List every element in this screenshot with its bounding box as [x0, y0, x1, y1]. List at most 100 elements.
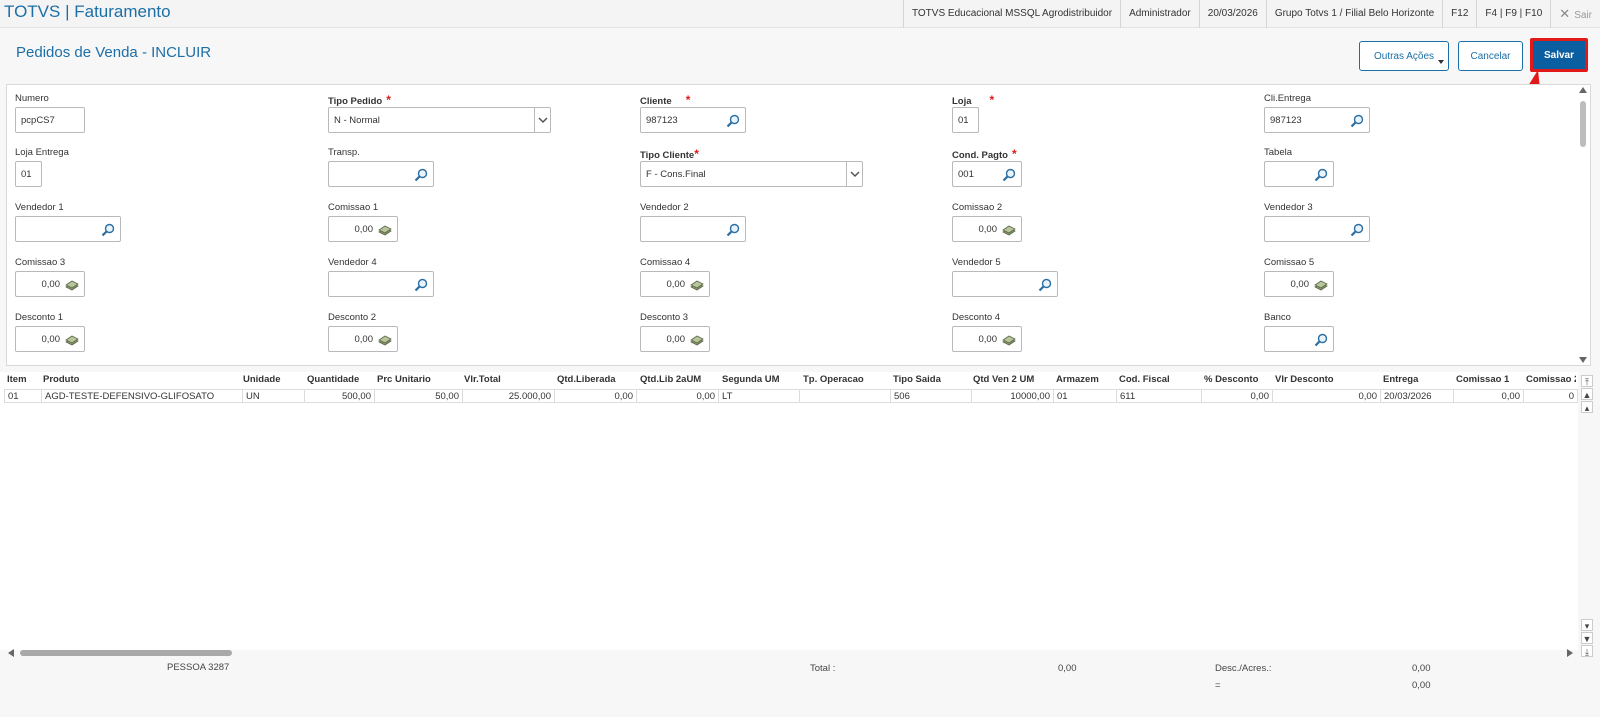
comissao5-input[interactable]: 0,00 — [1264, 271, 1334, 297]
grid-cell[interactable]: 0,00 — [554, 389, 637, 403]
grid-header-cell[interactable]: Comissao 1 — [1456, 374, 1509, 385]
grid-cell[interactable] — [799, 389, 891, 403]
scroll-page-up-icon[interactable]: ▲ — [1581, 388, 1593, 400]
grid-header-cell[interactable]: Prc Unitario — [377, 374, 431, 385]
table-row[interactable]: 01 AGD-TESTE-DEFENSIVO-GLIFOSATO UN 500,… — [0, 389, 1578, 403]
search-icon[interactable] — [1350, 114, 1364, 128]
grid-cell[interactable]: UN — [242, 389, 305, 403]
grid-header-cell[interactable]: Qtd Ven 2 UM — [973, 374, 1034, 385]
search-icon[interactable] — [414, 168, 428, 182]
search-icon[interactable] — [1314, 168, 1328, 182]
banco-input[interactable] — [1264, 326, 1334, 352]
comissao4-input[interactable]: 0,00 — [640, 271, 710, 297]
vendedor3-input[interactable] — [1264, 216, 1370, 242]
grid-header-cell[interactable]: Entrega — [1383, 374, 1418, 385]
grid-header-cell[interactable]: Tipo Saida — [893, 374, 941, 385]
grid-header-cell[interactable]: Item — [7, 374, 27, 385]
scroll-up-icon[interactable]: ▴ — [1581, 401, 1593, 413]
grid-cell[interactable]: 0,00 — [1201, 389, 1273, 403]
search-icon[interactable] — [1314, 333, 1328, 347]
grid-header-cell[interactable]: Vlr Desconto — [1275, 374, 1334, 385]
grid-cell[interactable]: 0,00 — [1272, 389, 1381, 403]
vendedor5-input[interactable] — [952, 271, 1058, 297]
cli-entrega-input[interactable]: 987123 — [1264, 107, 1370, 133]
grid-header-cell[interactable]: Qtd.Lib 2aUM — [640, 374, 701, 385]
calculator-icon[interactable] — [690, 278, 704, 292]
branch-label[interactable]: Grupo Totvs 1 / Filial Belo Horizonte — [1265, 0, 1442, 28]
grid-cell[interactable]: 50,00 — [374, 389, 463, 403]
calculator-icon[interactable] — [65, 278, 79, 292]
grid-cell[interactable]: 506 — [890, 389, 972, 403]
cancel-button[interactable]: Cancelar — [1458, 41, 1523, 71]
grid-cell[interactable]: 500,00 — [304, 389, 375, 403]
grid-header-cell[interactable]: Segunda UM — [722, 374, 780, 385]
grid-cell[interactable]: 01 — [4, 389, 42, 403]
comissao3-input[interactable]: 0,00 — [15, 271, 85, 297]
grid-header-cell[interactable]: Vlr.Total — [464, 374, 501, 385]
search-icon[interactable] — [726, 223, 740, 237]
scroll-up-icon[interactable] — [1579, 87, 1587, 93]
tipo-pedido-select[interactable]: N - Normal — [328, 107, 551, 133]
form-vertical-scrollbar[interactable] — [1578, 87, 1588, 363]
exit-button[interactable]: ✕ Sair — [1550, 0, 1600, 28]
f12-shortcut[interactable]: F12 — [1442, 0, 1476, 28]
loja-entrega-input[interactable]: 01 — [15, 161, 42, 187]
loja-input[interactable]: 01 — [952, 107, 979, 133]
search-icon[interactable] — [101, 223, 115, 237]
comissao1-input[interactable]: 0,00 — [328, 216, 398, 242]
calculator-icon[interactable] — [378, 333, 392, 347]
grid-cell[interactable]: 25.000,00 — [462, 389, 555, 403]
search-icon[interactable] — [1038, 278, 1052, 292]
grid-cell[interactable]: 0,00 — [1453, 389, 1524, 403]
calculator-icon[interactable] — [1314, 278, 1328, 292]
scroll-thumb[interactable] — [1580, 101, 1586, 147]
grid-cell[interactable]: 10000,00 — [971, 389, 1054, 403]
grid-cell[interactable]: 20/03/2026 — [1380, 389, 1454, 403]
desconto4-input[interactable]: 0,00 — [952, 326, 1022, 352]
function-keys-shortcut[interactable]: F4 | F9 | F10 — [1476, 0, 1550, 28]
date-label[interactable]: 20/03/2026 — [1198, 0, 1266, 28]
cliente-input[interactable]: 987123 — [640, 107, 746, 133]
scroll-down-icon[interactable]: ▾ — [1581, 619, 1593, 631]
desconto3-input[interactable]: 0,00 — [640, 326, 710, 352]
desconto2-input[interactable]: 0,00 — [328, 326, 398, 352]
grid-cell[interactable]: 611 — [1116, 389, 1202, 403]
environment-label[interactable]: TOTVS Educacional MSSQL Agrodistribuidor — [902, 0, 1120, 28]
search-icon[interactable] — [414, 278, 428, 292]
grid-header-cell[interactable]: Cod. Fiscal — [1119, 374, 1170, 385]
calculator-icon[interactable] — [1002, 223, 1016, 237]
vendedor1-input[interactable] — [15, 216, 121, 242]
calculator-icon[interactable] — [65, 333, 79, 347]
calculator-icon[interactable] — [690, 333, 704, 347]
grid-header-cell[interactable]: Armazem — [1056, 374, 1099, 385]
scroll-page-down-icon[interactable]: ▼ — [1581, 632, 1593, 644]
grid-header-cell[interactable]: Produto — [43, 374, 79, 385]
cond-pagto-input[interactable]: 001 — [952, 161, 1022, 187]
grid-cell[interactable]: 0,00 — [636, 389, 719, 403]
grid-header-cell[interactable]: Unidade — [243, 374, 280, 385]
chevron-down-icon[interactable] — [534, 108, 550, 132]
transp-input[interactable] — [328, 161, 434, 187]
grid-header-cell[interactable]: % Desconto — [1204, 374, 1258, 385]
grid-cell[interactable]: 0 — [1523, 389, 1578, 403]
tipo-cliente-select[interactable]: F - Cons.Final — [640, 161, 863, 187]
scroll-down-icon[interactable] — [1579, 357, 1587, 363]
tabela-input[interactable] — [1264, 161, 1334, 187]
scroll-top-icon[interactable]: ⤒ — [1581, 375, 1593, 387]
vendedor2-input[interactable] — [640, 216, 746, 242]
numero-input[interactable]: pcpCS7 — [15, 107, 85, 133]
calculator-icon[interactable] — [378, 223, 392, 237]
user-label[interactable]: Administrador — [1120, 0, 1199, 28]
grid-cell[interactable]: AGD-TESTE-DEFENSIVO-GLIFOSATO — [41, 389, 243, 403]
grid-cell[interactable]: LT — [718, 389, 800, 403]
grid-header-cell[interactable]: Quantidade — [307, 374, 359, 385]
calculator-icon[interactable] — [1002, 333, 1016, 347]
search-icon[interactable] — [1002, 168, 1016, 182]
scroll-thumb[interactable] — [20, 650, 232, 656]
scroll-left-icon[interactable] — [8, 649, 14, 657]
grid-header-cell[interactable]: Comissao 2 — [1526, 374, 1576, 385]
other-actions-button[interactable]: Outras Ações — [1359, 41, 1449, 71]
grid-horizontal-scrollbar[interactable] — [8, 648, 1573, 658]
scroll-right-icon[interactable] — [1567, 649, 1573, 657]
search-icon[interactable] — [1350, 223, 1364, 237]
